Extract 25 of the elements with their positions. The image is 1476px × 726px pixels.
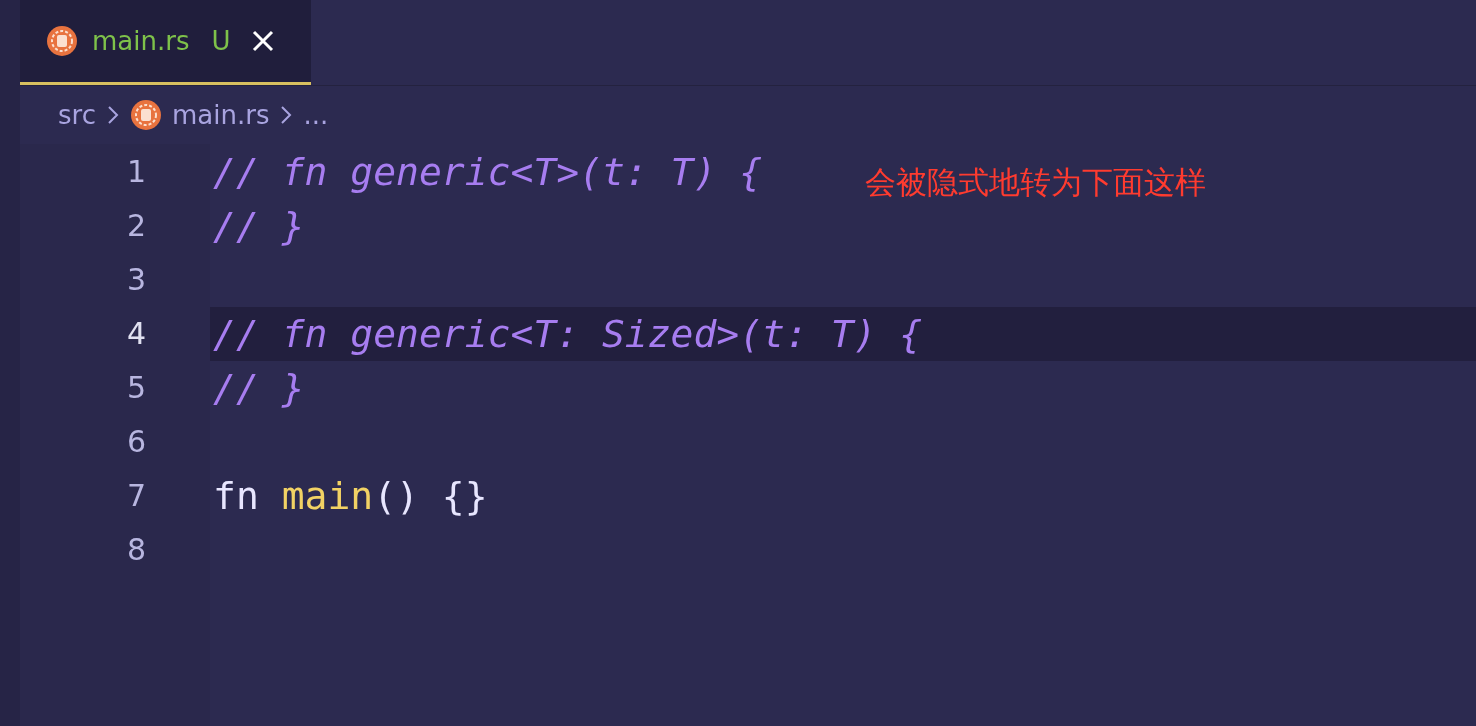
git-status: U: [211, 26, 231, 56]
rust-logo-icon: [46, 25, 78, 57]
line-number: 6: [125, 423, 146, 461]
code-line: fn main() {}: [213, 474, 488, 518]
rust-logo-icon: [129, 99, 162, 131]
code-line: // fn generic<T: Sized>(t: T) {: [213, 312, 923, 356]
code-line: // }: [213, 204, 305, 248]
line-number: 3: [125, 261, 146, 299]
line-number: 7: [125, 477, 146, 515]
close-icon[interactable]: [250, 29, 275, 53]
code-line: // }: [213, 366, 305, 410]
chevron-icon: [105, 104, 120, 126]
chevron-icon: [279, 104, 294, 126]
tab-label: main.rs: [92, 26, 190, 56]
line-number: 1: [125, 153, 146, 191]
annotation-text: 会被隐式地转为下面这样: [865, 163, 1206, 202]
breadcrumb-item[interactable]: ...: [303, 100, 329, 130]
line-number: 2: [125, 207, 146, 245]
line-number: 4: [125, 315, 146, 353]
line-number: 5: [125, 369, 146, 407]
code-line: // fn generic<T>(t: T) {: [213, 150, 763, 194]
line-number: 8: [125, 531, 146, 569]
editor-tab[interactable]: main.rs U: [20, 0, 311, 85]
breadcrumb-item[interactable]: src: [58, 100, 96, 130]
breadcrumb-item[interactable]: main.rs: [171, 100, 270, 130]
